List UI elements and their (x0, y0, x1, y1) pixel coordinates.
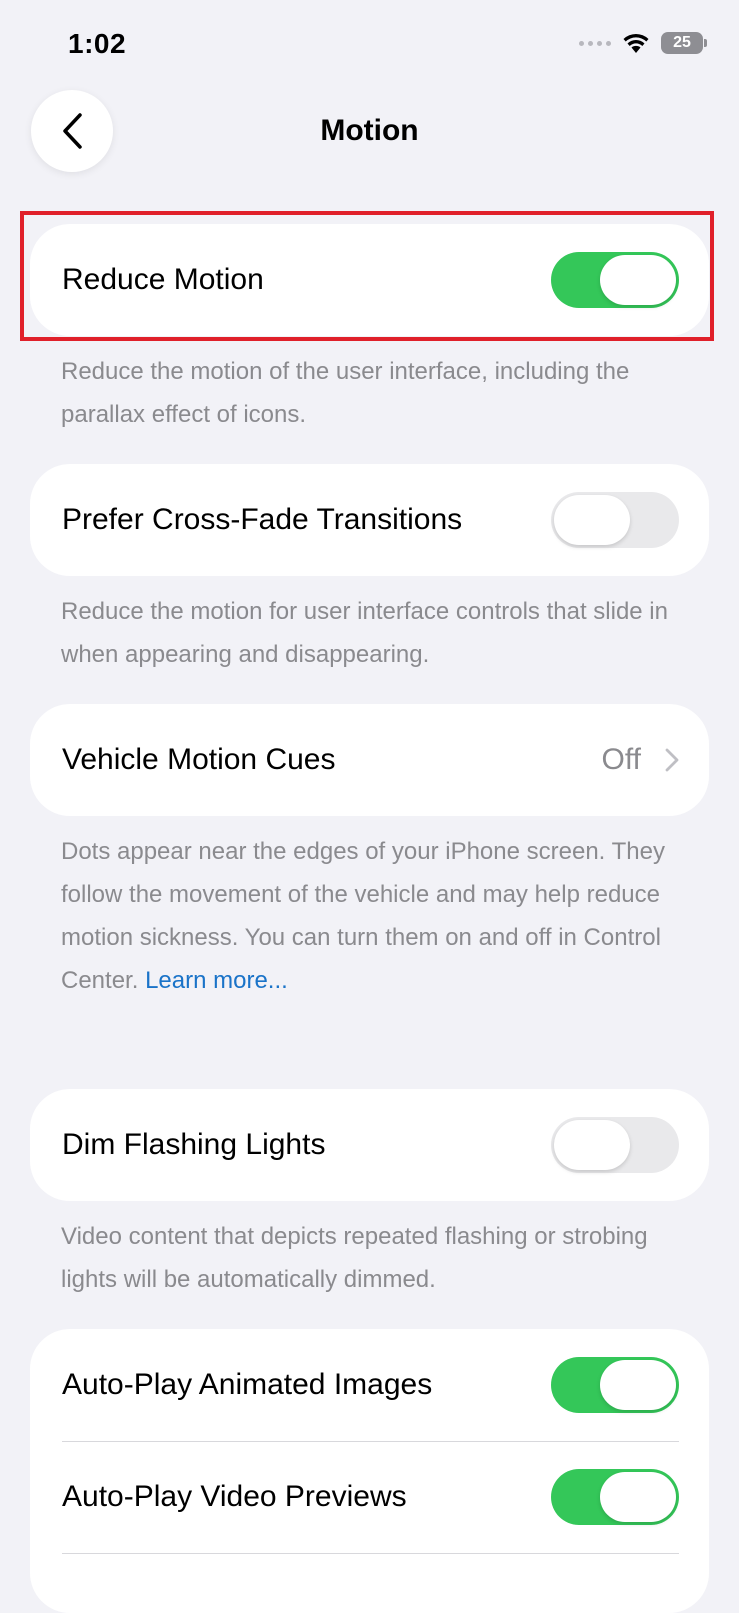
vehicle-cues-group: Vehicle Motion Cues Off (30, 704, 709, 816)
reduce-motion-toggle[interactable] (551, 252, 679, 308)
vehicle-cues-row[interactable]: Vehicle Motion Cues Off (30, 704, 709, 816)
cross-fade-toggle[interactable] (551, 492, 679, 548)
page-title: Motion (320, 114, 419, 147)
battery-icon: 25 (661, 32, 707, 54)
cross-fade-footer: Reduce the motion for user interface con… (61, 598, 668, 668)
vehicle-cues-footer: Dots appear near the edges of your iPhon… (61, 816, 709, 1030)
cellular-signal-icon (579, 40, 611, 46)
vehicle-cues-label: Vehicle Motion Cues (62, 743, 336, 776)
dim-flashing-group: Dim Flashing Lights (30, 1089, 709, 1201)
dim-flashing-toggle[interactable] (551, 1117, 679, 1173)
status-bar: 1:02 25 (0, 0, 739, 90)
learn-more-link[interactable]: Learn more... (145, 967, 288, 994)
dim-flashing-footer: Video content that depicts repeated flas… (61, 1223, 648, 1293)
wifi-icon (623, 33, 649, 53)
cross-fade-group: Prefer Cross-Fade Transitions (30, 464, 709, 576)
reduce-motion-row: Reduce Motion (30, 224, 709, 336)
chevron-right-icon (665, 748, 679, 772)
status-time: 1:02 (68, 28, 127, 59)
vehicle-cues-value: Off (601, 743, 641, 776)
autoplay-video-toggle[interactable] (551, 1469, 679, 1525)
autoplay-video-row: Auto-Play Video Previews (30, 1441, 709, 1553)
autoplay-images-toggle[interactable] (551, 1357, 679, 1413)
dim-flashing-row: Dim Flashing Lights (30, 1089, 709, 1201)
autoplay-video-label: Auto-Play Video Previews (62, 1480, 407, 1513)
reduce-motion-group: Reduce Motion (30, 224, 709, 336)
autoplay-images-row: Auto-Play Animated Images (30, 1329, 709, 1441)
more-row (30, 1553, 709, 1613)
cross-fade-label: Prefer Cross-Fade Transitions (62, 503, 463, 536)
autoplay-images-label: Auto-Play Animated Images (62, 1368, 433, 1401)
settings-list: Reduce Motion Reduce the motion of the u… (0, 224, 739, 1613)
reduce-motion-label: Reduce Motion (62, 263, 264, 296)
navigation-bar: Motion (0, 90, 739, 172)
status-icons: 25 (579, 32, 707, 54)
cross-fade-row: Prefer Cross-Fade Transitions (30, 464, 709, 576)
reduce-motion-footer: Reduce the motion of the user interface,… (61, 358, 630, 428)
dim-flashing-label: Dim Flashing Lights (62, 1128, 326, 1161)
autoplay-group: Auto-Play Animated Images Auto-Play Vide… (30, 1329, 709, 1613)
